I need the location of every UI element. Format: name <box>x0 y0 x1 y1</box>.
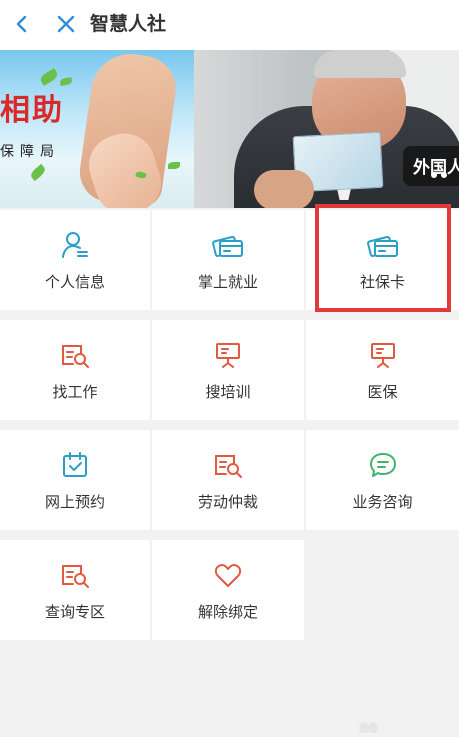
leaf-decoration <box>38 68 60 86</box>
tile-label: 劳动仲裁 <box>197 493 258 511</box>
chat-icon <box>366 448 400 482</box>
back-icon[interactable] <box>10 12 34 36</box>
tile-label: 医保 <box>367 383 398 401</box>
carousel-dots <box>431 172 447 178</box>
banner-carousel[interactable]: 相助 保障局 外国人 <box>0 50 459 208</box>
tile-medical-insurance[interactable]: 医保 <box>306 320 459 420</box>
banner-slide-foreigner[interactable]: 外国人 <box>194 50 459 208</box>
tile-label: 找工作 <box>52 383 98 401</box>
close-icon[interactable] <box>54 12 78 36</box>
tile-search-training[interactable]: 搜培训 <box>152 320 304 420</box>
person-hand <box>254 170 314 208</box>
tile-label: 搜培训 <box>205 383 251 401</box>
presentation-icon <box>211 338 245 372</box>
tile-label: 个人信息 <box>44 273 105 291</box>
search-document-icon <box>211 448 245 482</box>
heart-icon <box>211 558 245 592</box>
tile-find-job[interactable]: 找工作 <box>0 320 150 420</box>
tile-personal-info[interactable]: 个人信息 <box>0 210 150 310</box>
calendar-check-icon <box>58 448 92 482</box>
app-header: 智慧人社 <box>0 0 459 50</box>
tile-label: 社保卡 <box>359 273 405 291</box>
search-document-icon <box>58 338 92 372</box>
search-document-icon <box>58 558 92 592</box>
tile-label: 解除绑定 <box>197 603 258 621</box>
presentation-icon <box>366 338 400 372</box>
tile-business-consulting[interactable]: 业务咨询 <box>306 430 459 530</box>
watermark-icon <box>352 718 386 734</box>
leaf-decoration <box>28 163 48 182</box>
cards-icon <box>366 228 400 262</box>
banner-tag: 外国人 <box>403 146 459 186</box>
tile-social-security-card[interactable]: 社保卡 <box>306 204 459 312</box>
carousel-dot[interactable] <box>431 172 437 178</box>
tile-label: 业务咨询 <box>352 493 413 511</box>
tile-labor-arbitration[interactable]: 劳动仲裁 <box>152 430 304 530</box>
carousel-dot[interactable] <box>441 172 447 178</box>
leaf-decoration <box>59 77 73 86</box>
tile-unbind[interactable]: 解除绑定 <box>152 540 304 640</box>
tile-online-appointment[interactable]: 网上预约 <box>0 430 150 530</box>
tile-query-zone[interactable]: 查询专区 <box>0 540 150 640</box>
person-icon <box>58 228 92 262</box>
cards-icon <box>211 228 245 262</box>
leaf-decoration <box>168 162 180 169</box>
tile-label: 掌上就业 <box>197 273 258 291</box>
banner-headline: 相助 <box>0 93 64 128</box>
banner-slide-help[interactable]: 相助 保障局 <box>0 50 194 208</box>
page-title: 智慧人社 <box>90 13 167 35</box>
tile-mobile-employment[interactable]: 掌上就业 <box>152 210 304 310</box>
banner-subline: 保障局 <box>0 144 60 160</box>
service-grid: 个人信息 掌上就业 社保卡 找工作 搜培训 医保 网上预约 劳动仲裁 业务咨询 … <box>0 204 459 640</box>
tile-label: 网上预约 <box>44 493 105 511</box>
person-hair <box>314 50 406 78</box>
tile-label: 查询专区 <box>44 603 105 621</box>
